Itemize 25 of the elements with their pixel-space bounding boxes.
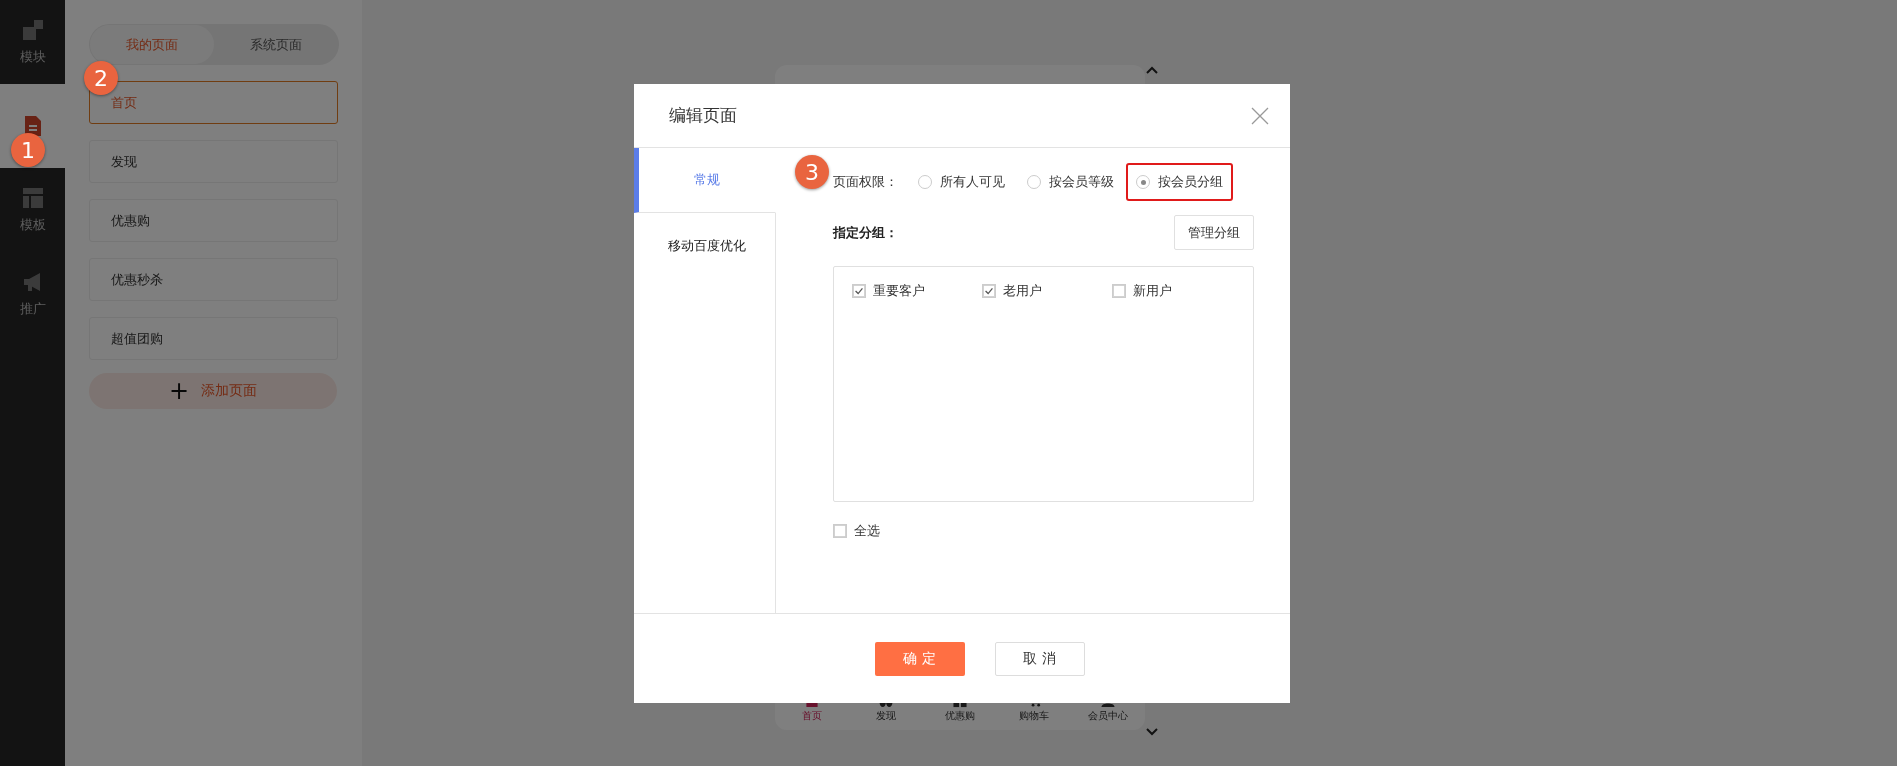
manage-groups-button[interactable]: 管理分组 bbox=[1174, 215, 1254, 250]
plus-icon: + bbox=[168, 379, 190, 403]
radio-option[interactable]: 所有人可见 bbox=[908, 163, 1015, 201]
rail-item[interactable]: 推广 bbox=[0, 252, 65, 336]
checkbox-option[interactable]: 重要客户 bbox=[852, 282, 982, 300]
tab[interactable]: 我的页面 bbox=[90, 25, 214, 64]
checkbox-option[interactable]: 老用户 bbox=[982, 282, 1112, 300]
page-item[interactable]: 优惠购 bbox=[89, 199, 338, 242]
field-label: 指定分组： bbox=[833, 223, 898, 242]
dialog-title: 编辑页面 bbox=[669, 104, 737, 127]
radio-option[interactable]: 按会员分组 bbox=[1126, 163, 1233, 201]
checkbox-option[interactable]: 全选 bbox=[833, 522, 963, 540]
confirm-button[interactable]: 确 定 bbox=[874, 641, 965, 676]
cancel-button[interactable]: 取 消 bbox=[994, 641, 1085, 676]
page-item[interactable]: 超值团购 bbox=[89, 317, 338, 360]
add-page-button[interactable]: + 添加页面 bbox=[89, 373, 337, 409]
page-item[interactable]: 发现 bbox=[89, 140, 338, 183]
tab[interactable]: 系统页面 bbox=[214, 25, 338, 64]
checkbox-option[interactable]: 新用户 bbox=[1112, 282, 1242, 300]
radio-option[interactable]: 按会员等级 bbox=[1017, 163, 1124, 201]
rail-item[interactable]: 模板 bbox=[0, 168, 65, 252]
field-label: 页面权限： bbox=[833, 173, 898, 191]
rail-item[interactable]: 模块 bbox=[0, 0, 65, 84]
page-item[interactable]: 优惠秒杀 bbox=[89, 258, 338, 301]
tab[interactable]: 常规 bbox=[634, 148, 776, 213]
